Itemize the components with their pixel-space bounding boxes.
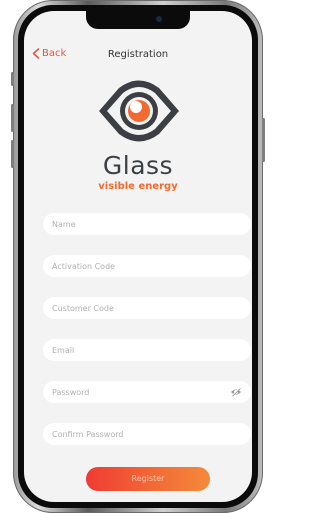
page-title: Registration xyxy=(107,49,169,60)
brand-name: Glass xyxy=(102,151,174,180)
volume-up-button xyxy=(11,104,14,132)
mute-switch xyxy=(11,72,14,86)
eye-slash-icon[interactable] xyxy=(230,387,242,397)
email-field[interactable] xyxy=(43,339,251,361)
name-input[interactable] xyxy=(52,219,251,229)
register-button[interactable]: Register xyxy=(86,467,210,491)
customer-code-field[interactable] xyxy=(43,297,251,319)
password-input[interactable] xyxy=(52,387,251,397)
phone-bezel: Back Registration Glass visible energy N… xyxy=(18,5,258,508)
phone-frame: Back Registration Glass visible energy N… xyxy=(11,0,265,513)
email-input[interactable] xyxy=(52,345,251,355)
password-field[interactable] xyxy=(43,381,251,403)
volume-down-button xyxy=(11,140,14,168)
phone-notch xyxy=(86,11,190,29)
confirm-password-input[interactable] xyxy=(52,429,251,439)
name-field[interactable] xyxy=(43,213,251,235)
eye-logo-icon xyxy=(99,80,179,142)
camera-icon xyxy=(156,16,162,22)
power-button xyxy=(262,118,265,162)
activation-code-input[interactable] xyxy=(52,261,251,271)
app-screen: Back Registration Glass visible energy N… xyxy=(24,11,252,502)
confirm-password-field[interactable] xyxy=(43,423,251,445)
customer-code-input[interactable] xyxy=(52,303,251,313)
activation-code-field[interactable] xyxy=(43,255,251,277)
brand-tagline: visible energy xyxy=(98,181,178,192)
